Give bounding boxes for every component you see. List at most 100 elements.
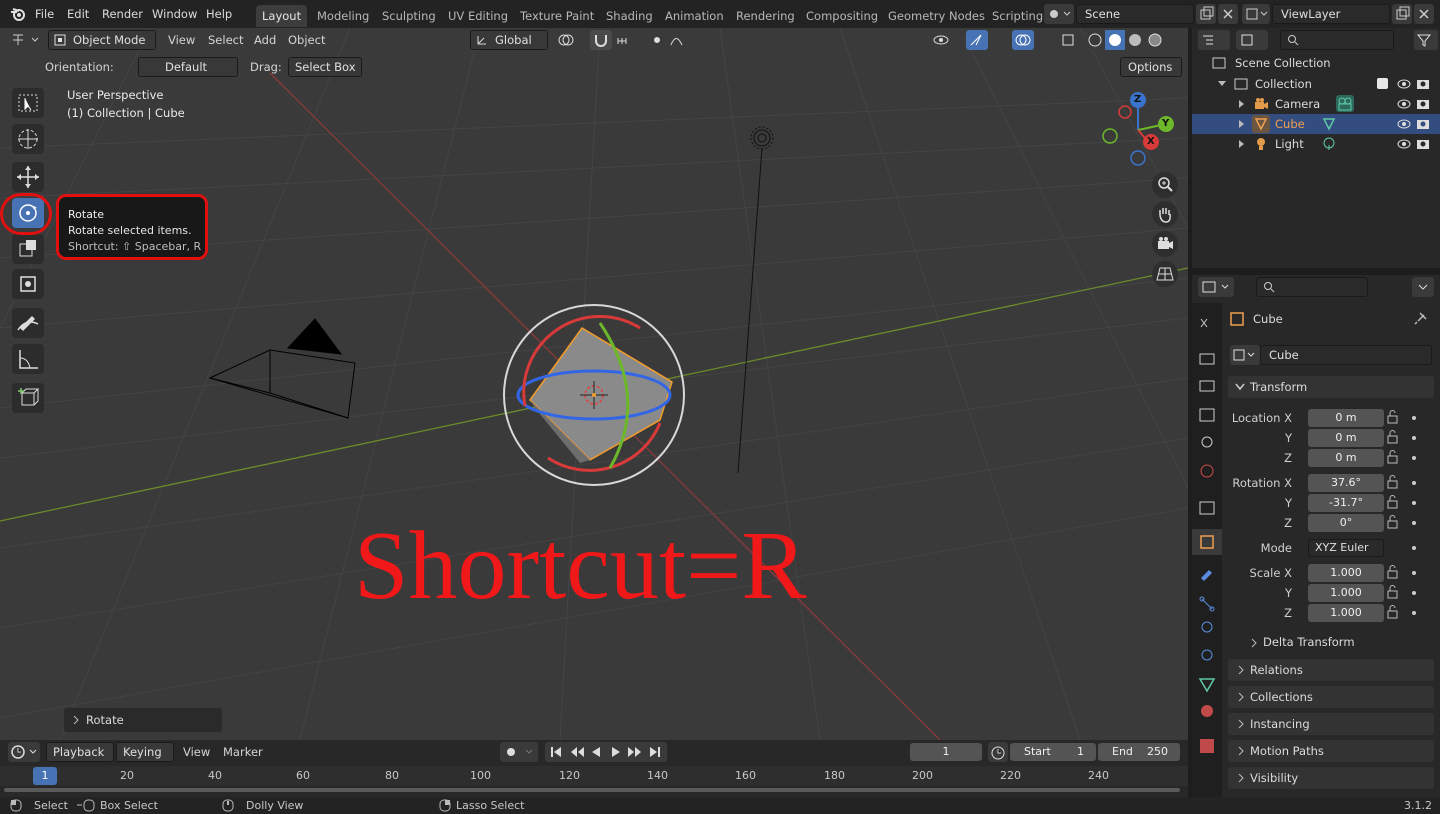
viewlayer-browse-button[interactable] xyxy=(1242,4,1270,24)
scale-x-field[interactable]: 1.000 xyxy=(1308,564,1384,582)
keying-dropdown[interactable]: Keying xyxy=(116,742,174,762)
render-camera-icon[interactable] xyxy=(1416,77,1430,90)
tab-layout[interactable]: Layout xyxy=(256,5,308,27)
snap-toggle[interactable] xyxy=(590,30,612,50)
tab-shading[interactable]: Shading xyxy=(600,5,659,27)
relations-panel-header[interactable]: Relations xyxy=(1228,659,1434,681)
scene-name-field[interactable]: Scene xyxy=(1076,4,1194,24)
playback-controls[interactable] xyxy=(545,742,667,762)
timeline-menu-marker[interactable]: Marker xyxy=(223,745,263,759)
rotation-x-field[interactable]: 37.6° xyxy=(1308,474,1384,492)
scene-browse-button[interactable] xyxy=(1044,4,1074,24)
camera-view-button[interactable] xyxy=(1152,231,1178,257)
xray-toggle[interactable] xyxy=(1058,30,1080,50)
auto-keying-toggle[interactable] xyxy=(500,742,538,762)
new-scene-button[interactable] xyxy=(1196,4,1216,24)
tab-texture-paint[interactable]: Texture Paint xyxy=(514,5,600,27)
render-camera-icon[interactable] xyxy=(1416,97,1430,110)
instancing-panel-header[interactable]: Instancing xyxy=(1228,713,1434,735)
viewport-menu-add[interactable]: Add xyxy=(254,33,276,47)
shading-dropdown[interactable] xyxy=(1166,30,1180,50)
current-frame-field[interactable]: 1 xyxy=(910,743,982,761)
properties-search[interactable] xyxy=(1256,277,1368,297)
outliner-row-light[interactable]: Light xyxy=(1192,134,1440,154)
annotate-tool[interactable] xyxy=(12,308,44,338)
camera-data-icon[interactable] xyxy=(1336,95,1354,112)
tab-geometry-nodes[interactable]: Geometry Nodes xyxy=(882,5,991,27)
rotation-mode-dropdown[interactable]: XYZ Euler xyxy=(1308,539,1384,557)
menu-help[interactable]: Help xyxy=(206,7,232,21)
properties-options[interactable] xyxy=(1412,277,1434,297)
add-cube-tool[interactable] xyxy=(12,383,44,413)
overlay-dropdown[interactable] xyxy=(1036,30,1050,50)
visibility-dropdown[interactable] xyxy=(930,30,964,50)
properties-editor-type[interactable] xyxy=(1198,277,1234,297)
gizmo-dropdown[interactable] xyxy=(990,30,1004,50)
drag-dropdown[interactable]: Select Box xyxy=(288,57,362,77)
last-operator-panel[interactable]: Rotate xyxy=(64,708,222,732)
tab-scripting[interactable]: Scripting xyxy=(986,5,1049,27)
proportional-falloff-button[interactable] xyxy=(668,30,698,50)
tab-uv-editing[interactable]: UV Editing xyxy=(442,5,514,27)
move-tool[interactable] xyxy=(12,162,44,192)
snap-target-button[interactable] xyxy=(614,30,642,50)
outliner-search[interactable] xyxy=(1280,30,1394,50)
eye-icon[interactable] xyxy=(1397,78,1411,90)
new-viewlayer-button[interactable] xyxy=(1392,4,1412,24)
3d-viewport[interactable]: Object Mode View Select Add Object Globa… xyxy=(0,28,1188,740)
start-frame-field[interactable]: Start 1 xyxy=(1010,743,1096,761)
transform-tool[interactable] xyxy=(12,269,44,299)
orientation-dropdown[interactable]: Default xyxy=(138,57,238,77)
scale-tool[interactable] xyxy=(12,234,44,264)
tab-compositing[interactable]: Compositing xyxy=(800,5,884,27)
rotation-z-field[interactable]: 0° xyxy=(1308,514,1384,532)
outliner-row-scene-collection[interactable]: Scene Collection xyxy=(1192,53,1440,73)
cursor-tool[interactable] xyxy=(12,124,44,154)
collection-checkbox[interactable] xyxy=(1377,78,1388,89)
transform-orientation-dropdown[interactable]: Global xyxy=(470,30,548,50)
location-y-field[interactable]: 0 m xyxy=(1308,429,1384,447)
data-browse-button[interactable] xyxy=(1230,345,1260,365)
delete-viewlayer-button[interactable] xyxy=(1414,4,1434,24)
pivot-point-button[interactable] xyxy=(554,30,586,50)
light-data-icon[interactable] xyxy=(1322,137,1336,151)
end-frame-field[interactable]: End 250 xyxy=(1098,743,1180,761)
eye-icon[interactable] xyxy=(1397,138,1411,150)
menu-edit[interactable]: Edit xyxy=(67,7,89,21)
timeline-menu-view[interactable]: View xyxy=(183,745,210,759)
measure-tool[interactable] xyxy=(12,344,44,374)
render-camera-icon[interactable] xyxy=(1416,137,1430,150)
gizmo-toggle[interactable] xyxy=(966,30,988,50)
menu-window[interactable]: Window xyxy=(152,7,197,21)
playback-dropdown[interactable]: Playback xyxy=(46,742,114,762)
collections-panel-header[interactable]: Collections xyxy=(1228,686,1434,708)
tab-animation[interactable]: Animation xyxy=(659,5,730,27)
mesh-data-icon[interactable] xyxy=(1322,117,1336,131)
viewport-menu-select[interactable]: Select xyxy=(208,33,243,47)
visibility-panel-header[interactable]: Visibility xyxy=(1228,767,1434,789)
filter-button[interactable] xyxy=(1414,30,1438,50)
location-z-field[interactable]: 0 m xyxy=(1308,449,1384,467)
outliner-row-collection[interactable]: Collection xyxy=(1192,74,1440,94)
viewport-menu-view[interactable]: View xyxy=(168,33,195,47)
eye-icon[interactable] xyxy=(1397,98,1411,110)
proportional-edit-toggle[interactable] xyxy=(648,30,666,50)
delete-scene-button[interactable] xyxy=(1218,4,1238,24)
transform-panel-header[interactable]: Transform xyxy=(1228,376,1434,398)
select-box-tool[interactable] xyxy=(12,88,44,118)
editor-type-button[interactable] xyxy=(8,30,42,50)
tab-sculpting[interactable]: Sculpting xyxy=(376,5,442,27)
preview-range-toggle[interactable] xyxy=(988,742,1008,762)
outliner-row-camera[interactable]: Camera xyxy=(1192,94,1440,114)
scale-y-field[interactable]: 1.000 xyxy=(1308,584,1384,602)
location-x-field[interactable]: 0 m xyxy=(1308,409,1384,427)
timeline-editor-type[interactable] xyxy=(8,742,40,762)
overlay-toggle[interactable] xyxy=(1012,30,1034,50)
frame-ruler[interactable]: 1 20 40 60 80 100 120 140 160 180 200 22… xyxy=(0,766,1188,786)
eye-icon[interactable] xyxy=(1397,118,1411,130)
delta-transform-subpanel[interactable]: Delta Transform xyxy=(1242,632,1432,652)
zoom-button[interactable] xyxy=(1152,172,1178,198)
tab-rendering[interactable]: Rendering xyxy=(730,5,801,27)
viewport-menu-object[interactable]: Object xyxy=(288,33,325,47)
playhead[interactable]: 1 xyxy=(33,767,57,785)
